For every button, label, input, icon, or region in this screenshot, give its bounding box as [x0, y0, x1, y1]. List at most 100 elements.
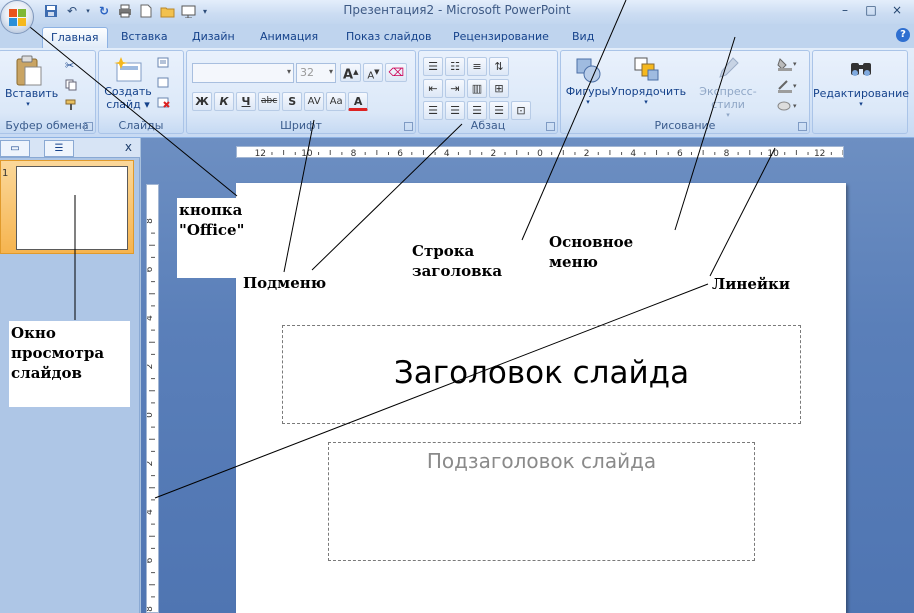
help-icon[interactable]: ?: [896, 28, 910, 42]
dropdown-arrow-icon: ▾: [644, 98, 648, 106]
ribbon: Вставить ▾ ✂ Буфер обмена Создать слайд …: [0, 48, 914, 138]
callout-title-line1: Строка: [412, 242, 475, 260]
shrink-font-button[interactable]: A▼: [363, 63, 384, 82]
clear-formatting-button[interactable]: ⌫: [385, 63, 408, 82]
close-icon[interactable]: x: [125, 140, 132, 154]
cut-icon[interactable]: ✂: [65, 59, 74, 72]
ruler-tick-label: 12: [814, 149, 825, 157]
format-painter-icon[interactable]: [65, 99, 77, 114]
columns-button[interactable]: ▥: [467, 79, 487, 98]
editing-button[interactable]: Редактирование ▾: [813, 57, 909, 108]
increase-indent-button[interactable]: ⇥: [445, 79, 465, 98]
maximize-button[interactable]: □: [858, 0, 884, 20]
horizontal-ruler[interactable]: 12 10 8 6 4 2 0 2 4 6 8 10 12: [236, 146, 844, 158]
numbering-button[interactable]: ☷: [445, 57, 465, 76]
vertical-ruler[interactable]: 8 6 4 2 0 2 4 6 8: [146, 184, 159, 613]
align-left-button[interactable]: ☰: [423, 101, 443, 120]
outline-tab-icon[interactable]: ☰: [44, 140, 74, 157]
shapes-button[interactable]: Фигуры ▾: [565, 55, 611, 106]
strikethrough-button[interactable]: abc: [258, 92, 281, 111]
dialog-launcher-icon[interactable]: [84, 122, 93, 131]
smartart-button[interactable]: ⊡: [511, 101, 531, 120]
delete-slide-icon[interactable]: [157, 97, 171, 112]
paste-icon: [16, 55, 42, 86]
ruler-tick-label: 4: [630, 149, 636, 157]
ruler-tick-label: 2: [147, 364, 155, 370]
tab-slideshow[interactable]: Показ слайдов: [338, 27, 440, 48]
font-color-button[interactable]: A: [348, 92, 369, 111]
subtitle-placeholder-text: Подзаголовок слайда: [426, 449, 657, 473]
paragraph-group-label: Абзац: [470, 119, 506, 132]
shapes-label: Фигуры: [565, 85, 611, 98]
align-text-button[interactable]: ⊞: [489, 79, 509, 98]
paste-button[interactable]: Вставить ▾: [5, 55, 58, 108]
shapes-icon: [576, 58, 601, 83]
drawing-group-label: Рисование: [654, 119, 716, 132]
ribbon-tabs: Главная Вставка Дизайн Анимация Показ сл…: [0, 24, 914, 48]
italic-button[interactable]: К: [214, 92, 234, 111]
minimize-button[interactable]: –: [832, 0, 858, 20]
slide-number: 1: [2, 168, 9, 179]
char-spacing-button[interactable]: AV: [304, 92, 325, 111]
shape-fill-icon[interactable]: ▾: [777, 57, 799, 74]
align-right-button[interactable]: ☰: [467, 101, 487, 120]
arrange-button[interactable]: Упорядочить ▾: [611, 55, 686, 106]
dialog-launcher-icon[interactable]: [798, 122, 807, 131]
callout-rulers: Линейки: [712, 275, 790, 293]
bold-button[interactable]: Ж: [192, 92, 212, 111]
callout-title-line2: заголовка: [412, 262, 503, 280]
drawing-group: Фигуры ▾ Упорядочить ▾ Экспресс-стили ▾ …: [560, 50, 810, 134]
reset-icon[interactable]: [157, 77, 171, 92]
dropdown-arrow-icon: ▾: [859, 100, 863, 108]
ruler-tick-label: 6: [397, 149, 403, 157]
title-placeholder-text: Заголовок слайда: [393, 355, 690, 391]
copy-icon[interactable]: [65, 79, 77, 94]
line-spacing-button[interactable]: ≡: [467, 57, 487, 76]
tab-home[interactable]: Главная: [42, 27, 108, 48]
align-center-button[interactable]: ☰: [445, 101, 465, 120]
font-group-label: Шрифт: [280, 119, 322, 132]
grow-font-button[interactable]: A▲: [340, 63, 362, 83]
tab-animation[interactable]: Анимация: [252, 27, 326, 48]
ruler-tick-label: 0: [537, 149, 543, 157]
subtitle-placeholder[interactable]: Подзаголовок слайда: [328, 442, 755, 561]
ruler-tick-label: 8: [147, 606, 155, 612]
change-case-button[interactable]: Aa: [326, 92, 347, 111]
font-name-combo[interactable]: ▾: [192, 63, 294, 83]
dialog-launcher-icon[interactable]: [546, 122, 555, 131]
text-direction-button[interactable]: ⇅: [489, 57, 509, 76]
slides-group: Создать слайд ▾ Слайды: [98, 50, 184, 134]
shape-effects-icon[interactable]: ▾: [777, 99, 799, 116]
ruler-tick-label: 8: [351, 149, 357, 157]
quick-styles-button[interactable]: Экспресс-стили ▾: [683, 55, 773, 119]
callout-title-bar: Строка заголовка: [412, 241, 502, 281]
tab-insert[interactable]: Вставка: [113, 27, 176, 48]
new-slide-button[interactable]: Создать слайд ▾: [103, 55, 153, 111]
ruler-tick-label: 4: [147, 509, 155, 515]
ruler-tick-label: 2: [584, 149, 590, 157]
callout-slide-pane: Окно просмотра слайдов: [9, 321, 130, 407]
tab-design[interactable]: Дизайн: [184, 27, 243, 48]
office-button[interactable]: [0, 0, 34, 34]
ruler-tick-label: 4: [147, 315, 155, 321]
shape-outline-icon[interactable]: ▾: [777, 79, 799, 96]
font-size-combo[interactable]: 32 ▾: [296, 63, 336, 83]
title-placeholder[interactable]: Заголовок слайда: [282, 325, 801, 424]
tab-view[interactable]: Вид: [564, 27, 602, 48]
ruler-tick-label: 2: [491, 149, 497, 157]
tab-review[interactable]: Рецензирование: [445, 27, 557, 48]
window-controls: – □ ×: [832, 0, 910, 20]
bullets-button[interactable]: ☰: [423, 57, 443, 76]
slide-thumbnail[interactable]: [16, 166, 128, 250]
dialog-launcher-icon[interactable]: [404, 122, 413, 131]
underline-button[interactable]: Ч: [236, 92, 256, 111]
svg-text:▾: ▾: [793, 82, 797, 90]
ruler-tick-label: 8: [724, 149, 730, 157]
shadow-button[interactable]: S: [282, 92, 303, 111]
slide-canvas[interactable]: Заголовок слайда Подзаголовок слайда: [236, 183, 846, 613]
slides-tab-icon[interactable]: ▭: [0, 140, 30, 157]
layout-icon[interactable]: [157, 57, 173, 72]
close-button[interactable]: ×: [884, 0, 910, 20]
justify-button[interactable]: ☰: [489, 101, 509, 120]
decrease-indent-button[interactable]: ⇤: [423, 79, 443, 98]
